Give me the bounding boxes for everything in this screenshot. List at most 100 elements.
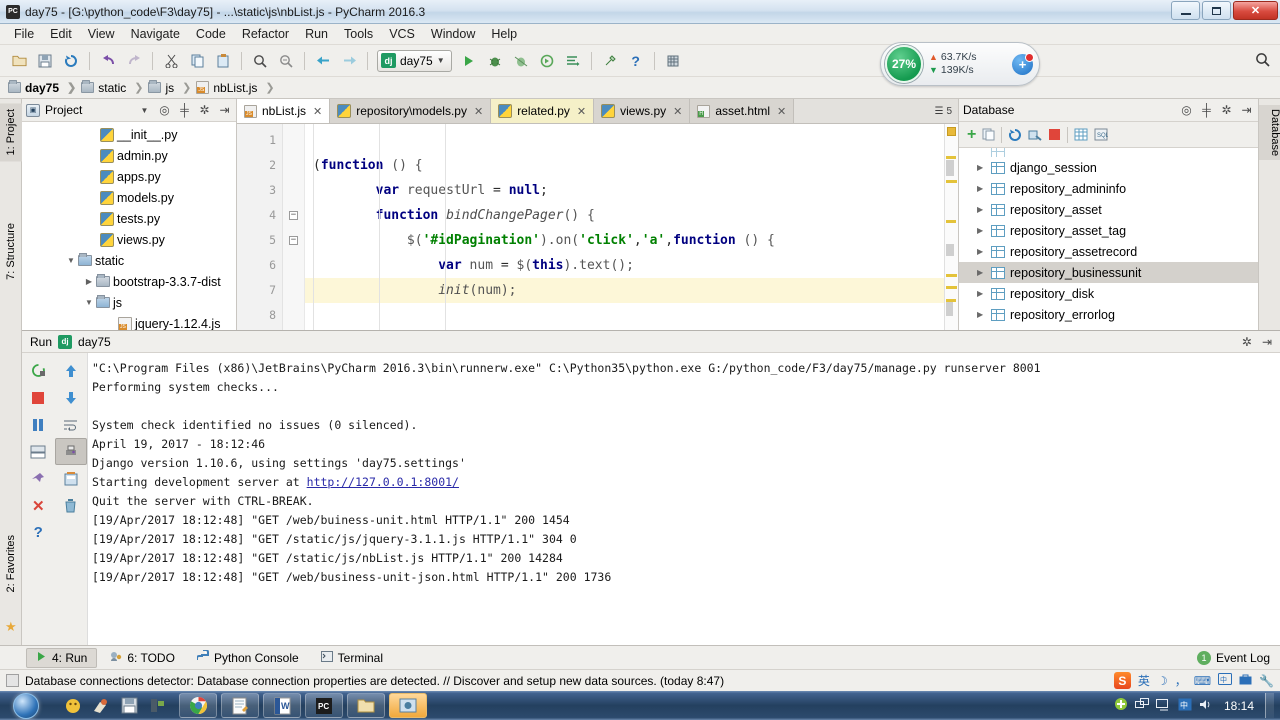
tree-item-views[interactable]: views.py: [22, 229, 236, 250]
down-icon[interactable]: [55, 384, 88, 411]
bottom-tab-run[interactable]: 4: Run: [26, 647, 98, 668]
table-icon[interactable]: [1074, 128, 1088, 141]
soft-wrap-icon[interactable]: [55, 411, 88, 438]
close-icon[interactable]: ✕: [673, 105, 682, 118]
sidebar-tab-project[interactable]: 1: Project: [0, 103, 22, 162]
find-icon[interactable]: [249, 50, 271, 72]
moon-icon[interactable]: ☽: [1157, 674, 1168, 688]
forward-icon[interactable]: [338, 50, 360, 72]
debug-icon[interactable]: [484, 50, 506, 72]
table-row-errorlog[interactable]: ▶ repository_errorlog: [959, 304, 1258, 325]
paint-icon[interactable]: [88, 694, 114, 718]
open-folder-icon[interactable]: [8, 50, 30, 72]
table-row-django-session[interactable]: ▶ django_session: [959, 157, 1258, 178]
expand-arrow-icon[interactable]: ▶: [977, 310, 991, 319]
stop-icon[interactable]: [1048, 128, 1061, 141]
settings-icon[interactable]: [599, 50, 621, 72]
replace-icon[interactable]: [275, 50, 297, 72]
tree-item-tests[interactable]: tests.py: [22, 208, 236, 229]
tree-item-js[interactable]: ▼ js: [22, 292, 236, 313]
add-icon[interactable]: +: [967, 126, 976, 144]
table-row-partial[interactable]: [959, 148, 1258, 157]
taskbar-word-button[interactable]: W: [263, 693, 301, 718]
comma-icon[interactable]: ，: [1175, 672, 1187, 689]
copy-icon[interactable]: [982, 128, 995, 141]
wrench-icon[interactable]: 🔧: [1259, 674, 1274, 688]
tab-asset-html[interactable]: asset.html ✕: [690, 99, 795, 123]
hide-icon[interactable]: ⇥: [1262, 335, 1272, 349]
profile-icon[interactable]: [536, 50, 558, 72]
gear-icon[interactable]: ✲: [1242, 335, 1252, 349]
taskbar-screenshot-button[interactable]: [389, 693, 427, 718]
expand-arrow-icon[interactable]: ▶: [977, 205, 991, 214]
run-configuration-selector[interactable]: dj day75 ▼: [377, 49, 452, 72]
cut-icon[interactable]: [160, 50, 182, 72]
locate-icon[interactable]: ◎: [157, 103, 172, 117]
gear-icon[interactable]: ✲: [197, 103, 212, 117]
expand-arrow-icon[interactable]: ▼: [64, 256, 78, 265]
sogou-icon[interactable]: S: [1113, 672, 1131, 689]
network-icon[interactable]: [1134, 697, 1149, 714]
menu-item-refactor[interactable]: Refactor: [234, 25, 297, 43]
breadcrumb-item-js[interactable]: js ❯: [148, 80, 195, 95]
toolbox-icon[interactable]: [1239, 673, 1252, 688]
expand-arrow-icon[interactable]: ▶: [977, 163, 991, 172]
tree-item-init[interactable]: __init__.py: [22, 124, 236, 145]
sidebar-tab-favorites[interactable]: 2: Favorites: [0, 529, 22, 598]
tree-item-static[interactable]: ▼ static: [22, 250, 236, 271]
hide-icon[interactable]: ⇥: [1239, 103, 1254, 117]
status-message[interactable]: Database connections detector: Database …: [25, 674, 724, 688]
menu-item-edit[interactable]: Edit: [42, 25, 80, 43]
menu-item-window[interactable]: Window: [423, 25, 483, 43]
tree-item-models[interactable]: models.py: [22, 187, 236, 208]
tab-views-py[interactable]: views.py ✕: [594, 99, 691, 123]
ime-icon[interactable]: 中: [1178, 698, 1192, 714]
sync-icon[interactable]: [1008, 128, 1022, 142]
close-icon[interactable]: ✕: [577, 105, 586, 118]
taskbar-chrome-button[interactable]: [179, 693, 217, 718]
bottom-tab-python-console[interactable]: Python Console: [188, 648, 308, 667]
fold-toggle-icon[interactable]: −: [289, 236, 298, 245]
print-icon[interactable]: [54, 438, 87, 465]
tree-item-bootstrap[interactable]: ▶ bootstrap-3.3.7-dist: [22, 271, 236, 292]
expand-arrow-icon[interactable]: ▶: [977, 289, 991, 298]
undo-icon[interactable]: [97, 50, 119, 72]
add-badge-icon[interactable]: +: [1012, 53, 1034, 75]
start-button[interactable]: [2, 692, 50, 720]
expand-arrow-icon[interactable]: ▶: [977, 184, 991, 193]
tab-models-py[interactable]: repository\models.py ✕: [330, 99, 492, 123]
monitor-icon[interactable]: [1155, 698, 1171, 714]
export-icon[interactable]: [55, 465, 88, 492]
gadget-icon[interactable]: [144, 694, 170, 718]
expand-arrow-icon[interactable]: ▶: [977, 226, 991, 235]
menu-item-navigate[interactable]: Navigate: [123, 25, 188, 43]
stop-icon[interactable]: [22, 384, 55, 411]
close-button[interactable]: ✕: [1233, 1, 1278, 20]
menu-item-tools[interactable]: Tools: [336, 25, 381, 43]
close-icon[interactable]: ✕: [474, 105, 483, 118]
tree-item-apps[interactable]: apps.py: [22, 166, 236, 187]
keyboard-icon[interactable]: ⌨: [1194, 674, 1211, 688]
help-icon[interactable]: ?: [22, 519, 55, 546]
fold-toggle-icon[interactable]: −: [289, 211, 298, 220]
coverage-icon[interactable]: [510, 50, 532, 72]
paste-icon[interactable]: [212, 50, 234, 72]
hide-icon[interactable]: ⇥: [217, 103, 232, 117]
network-monitor-widget[interactable]: 27% ▲ 63.7K/s ▼ 139K/s +: [880, 42, 1040, 86]
menu-item-file[interactable]: File: [6, 25, 42, 43]
attach-icon[interactable]: [562, 50, 584, 72]
database-icon[interactable]: [662, 50, 684, 72]
breadcrumb-item-nblist[interactable]: nbList.js ❯: [196, 81, 278, 95]
server-url-link[interactable]: http://127.0.0.1:8001/: [307, 475, 459, 489]
redo-icon[interactable]: [123, 50, 145, 72]
close-icon[interactable]: ✕: [22, 492, 55, 519]
table-row-assetrecord[interactable]: ▶ repository_assetrecord: [959, 241, 1258, 262]
taskbar-pycharm-button[interactable]: PC: [305, 693, 343, 718]
search-icon[interactable]: [1255, 52, 1270, 71]
expand-arrow-icon[interactable]: ▼: [82, 298, 96, 307]
breadcrumb-item-static[interactable]: static ❯: [81, 80, 147, 95]
back-icon[interactable]: [312, 50, 334, 72]
pin-icon[interactable]: [22, 465, 55, 492]
taskbar-clock[interactable]: 18:14: [1220, 699, 1258, 713]
chinese-english-icon[interactable]: 英: [1138, 672, 1150, 689]
